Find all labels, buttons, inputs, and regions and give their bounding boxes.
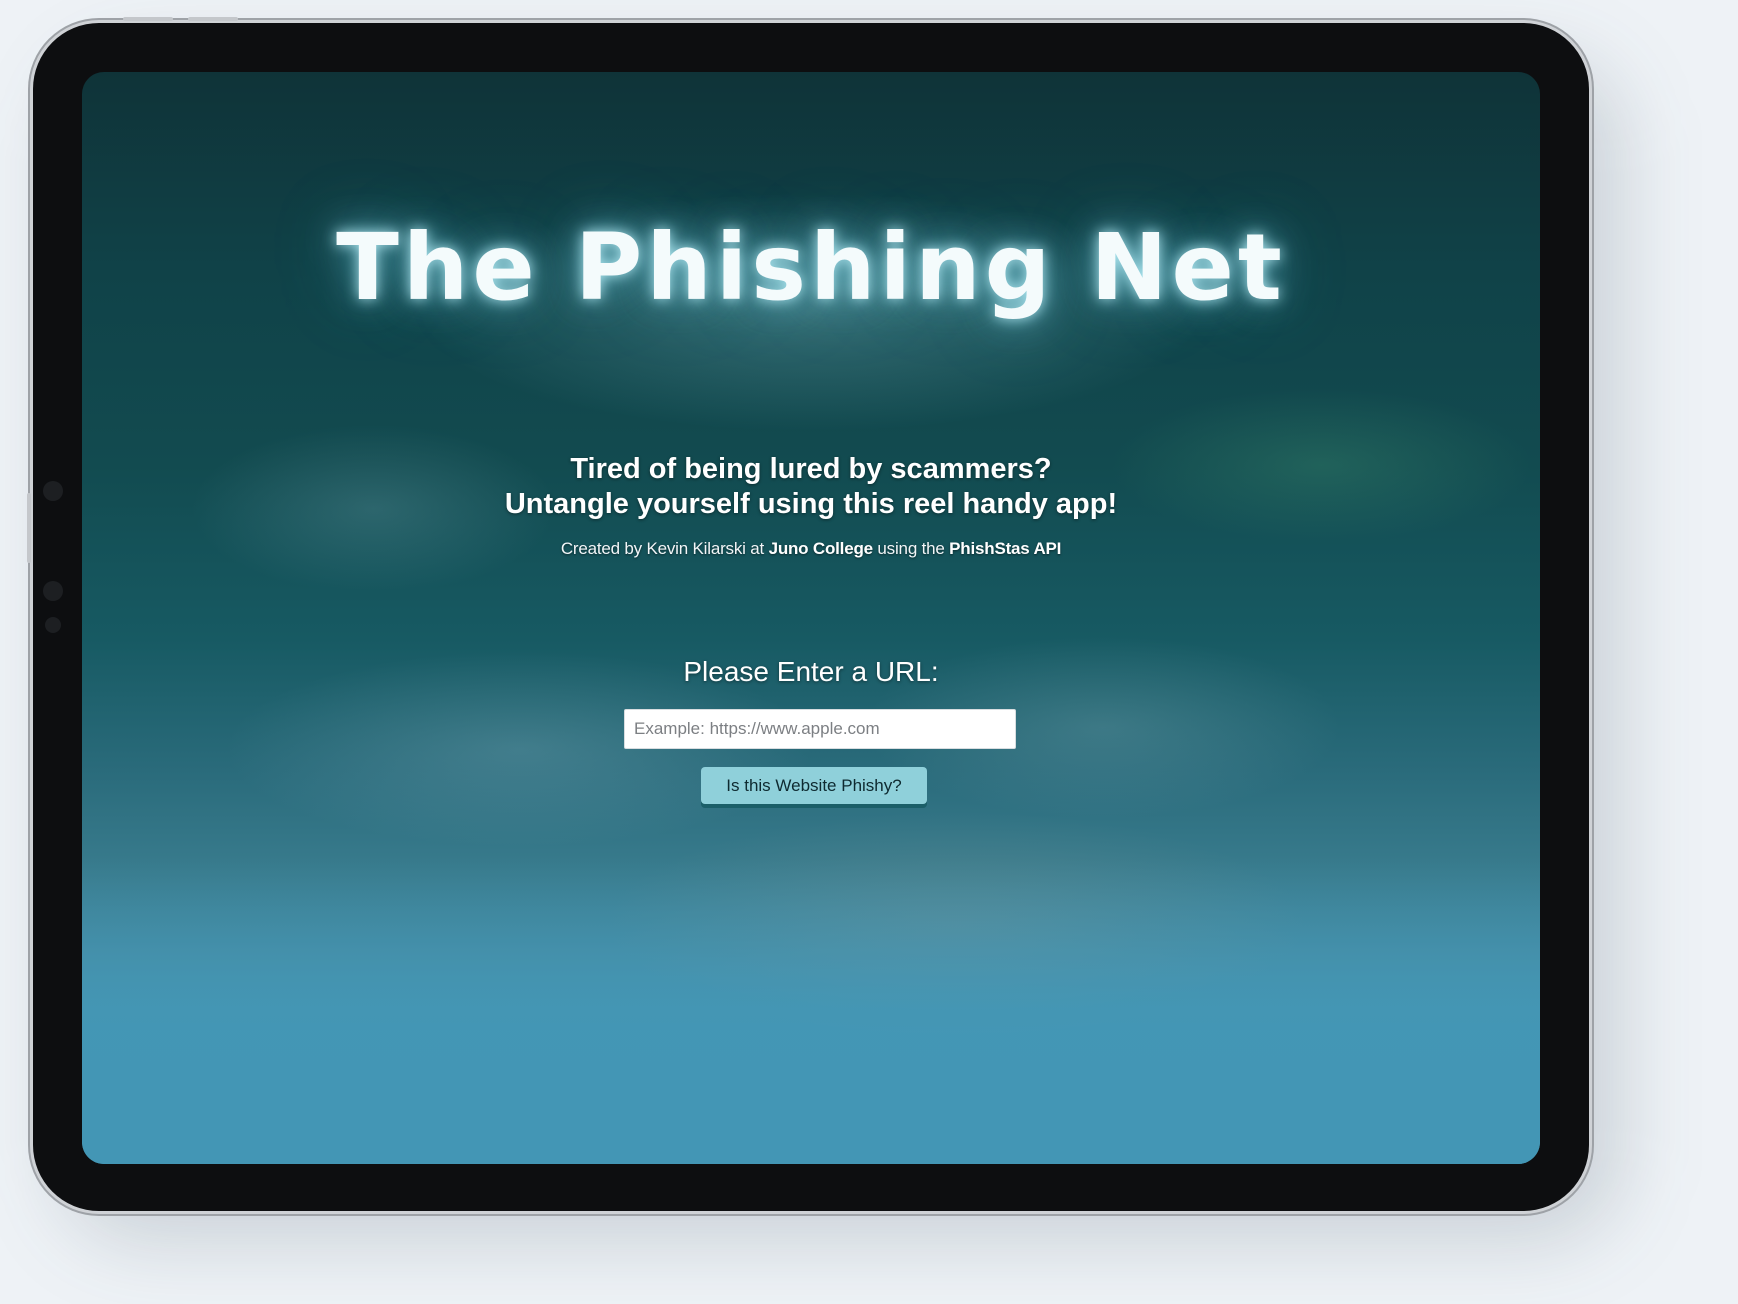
app-title: The Phishing Net (336, 214, 1286, 321)
camera-dot-2 (43, 581, 63, 601)
volume-button-top (123, 17, 173, 21)
side-button-left (27, 493, 31, 563)
camera-dot-1 (43, 481, 63, 501)
check-phishy-button[interactable]: Is this Website Phishy? (701, 767, 927, 804)
credit-api: PhishStas API (949, 539, 1062, 558)
tagline-line-1: Tired of being lured by scammers? (570, 453, 1052, 485)
url-input[interactable] (624, 709, 1016, 749)
camera-dot-3 (45, 617, 61, 633)
url-form-label: Please Enter a URL: (683, 656, 939, 687)
credit-prefix: Created by Kevin Kilarski at (560, 539, 769, 558)
tagline-line-2: Untangle yourself using this reel handy … (504, 488, 1118, 520)
volume-button-top-2 (188, 17, 238, 21)
credit-school: Juno College (768, 539, 874, 558)
credit-line: Created by Kevin Kilarski at Juno Colleg… (82, 539, 1540, 559)
credit-middle: using the (872, 539, 950, 558)
tablet-frame: The Phishing Net Tired of being lured by… (27, 17, 1589, 1211)
app-screen: The Phishing Net Tired of being lured by… (82, 72, 1540, 1164)
tagline: Tired of being lured by scammers? Untang… (82, 452, 1540, 522)
